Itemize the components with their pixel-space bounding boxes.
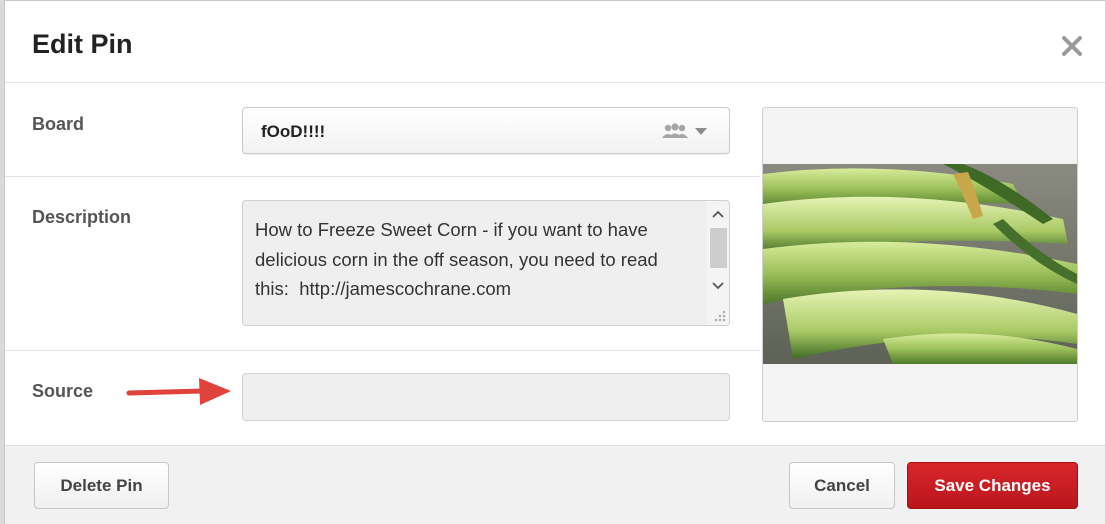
scroll-up-icon[interactable]	[712, 209, 724, 219]
row-divider	[5, 176, 760, 177]
dialog-header: Edit Pin	[5, 1, 1105, 83]
description-textarea[interactable]: How to Freeze Sweet Corn - if you want t…	[242, 200, 730, 326]
chevron-down-icon	[695, 128, 707, 135]
board-label: Board	[32, 114, 85, 134]
close-button[interactable]	[1057, 31, 1087, 61]
description-text: How to Freeze Sweet Corn - if you want t…	[255, 219, 663, 299]
scroll-thumb[interactable]	[710, 228, 727, 268]
source-input[interactable]	[242, 373, 730, 421]
delete-pin-button[interactable]: Delete Pin	[34, 462, 169, 509]
dialog-title: Edit Pin	[32, 29, 133, 59]
close-icon	[1062, 36, 1082, 56]
description-label: Description	[32, 207, 132, 227]
scroll-down-icon[interactable]	[712, 281, 724, 291]
group-board-icon	[662, 123, 688, 138]
dialog-footer: Delete Pin Cancel Save Changes	[5, 445, 1105, 524]
pin-image	[763, 164, 1077, 364]
row-divider	[5, 350, 760, 351]
description-scrollbar[interactable]	[707, 201, 729, 325]
source-label: Source	[32, 381, 94, 401]
save-changes-button[interactable]: Save Changes	[907, 462, 1078, 509]
pin-image-frame	[762, 107, 1078, 422]
cancel-button[interactable]: Cancel	[789, 462, 895, 509]
edit-pin-dialog: Edit Pin Board fOoD!!!! Description How …	[4, 0, 1105, 524]
resize-grip-icon[interactable]	[712, 308, 726, 322]
annotation-arrow-icon	[126, 378, 231, 405]
board-select[interactable]: fOoD!!!!	[242, 107, 730, 154]
board-selected-value: fOoD!!!!	[261, 122, 326, 141]
